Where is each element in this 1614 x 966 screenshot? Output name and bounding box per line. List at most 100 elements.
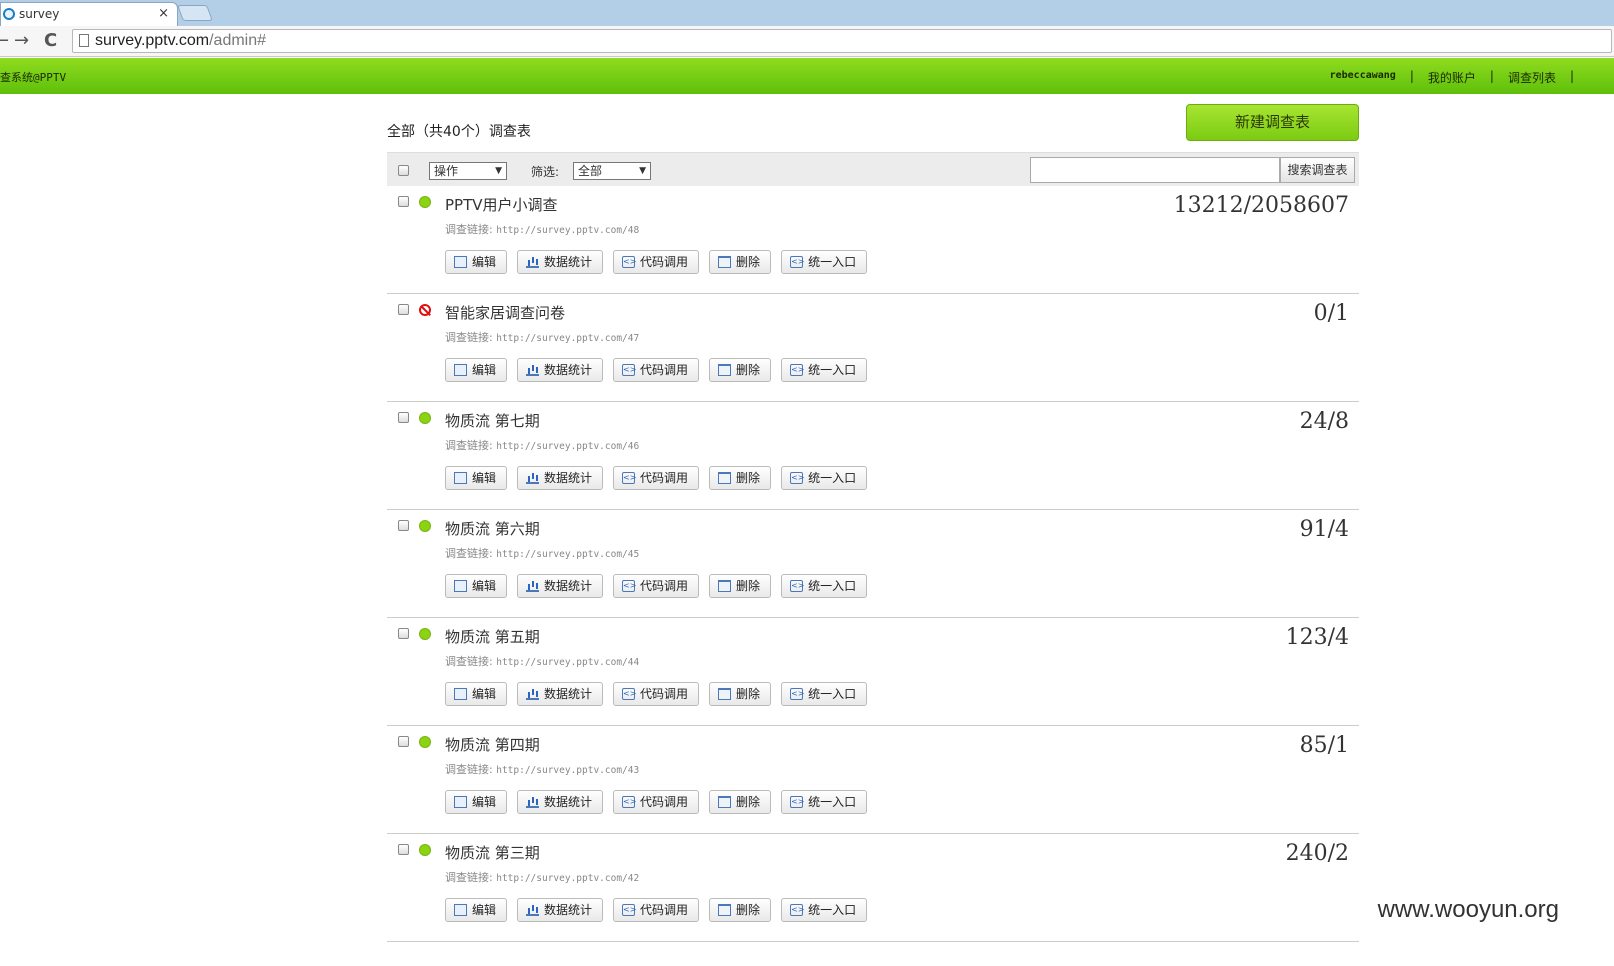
survey-url[interactable]: http://survey.pptv.com/48 <box>496 225 639 236</box>
survey-title[interactable]: PPTV用户小调查 <box>445 194 558 215</box>
select-all-checkbox[interactable] <box>398 165 409 176</box>
survey-title[interactable]: 物质流 第七期 <box>445 410 540 431</box>
code-button[interactable]: <> 代码调用 <box>613 790 700 814</box>
code-button[interactable]: <> 代码调用 <box>613 898 700 922</box>
survey-row: 物质流 第四期 调查链接: http://survey.pptv.com/43 85… <box>387 726 1359 834</box>
code-button-label: 代码调用 <box>640 795 689 809</box>
row-checkbox[interactable] <box>398 412 409 423</box>
survey-url[interactable]: http://survey.pptv.com/45 <box>496 549 639 560</box>
action-select[interactable]: 操作 ▼ <box>429 162 507 180</box>
survey-actions: 编辑 数据统计 <> 代码调用 删除 <> 统一入口 <box>445 790 877 814</box>
row-checkbox[interactable] <box>398 520 409 531</box>
row-checkbox[interactable] <box>398 628 409 639</box>
edit-button[interactable]: 编辑 <box>445 574 508 598</box>
url-input[interactable]: survey.pptv.com/admin# <box>72 29 1612 53</box>
edit-button-label: 编辑 <box>472 255 497 269</box>
survey-url[interactable]: http://survey.pptv.com/47 <box>496 333 639 344</box>
edit-button[interactable]: 编辑 <box>445 898 508 922</box>
survey-link-label: 调查链接: <box>445 439 493 452</box>
stats-button[interactable]: 数据统计 <box>517 790 604 814</box>
survey-title[interactable]: 物质流 第四期 <box>445 734 540 755</box>
entry-icon: <> <box>790 256 805 268</box>
edit-button[interactable]: 编辑 <box>445 790 508 814</box>
survey-title[interactable]: 物质流 第六期 <box>445 518 540 539</box>
edit-button[interactable]: 编辑 <box>445 682 508 706</box>
survey-url[interactable]: http://survey.pptv.com/44 <box>496 657 639 668</box>
edit-icon <box>454 256 467 268</box>
entry-button[interactable]: <> 统一入口 <box>781 250 868 274</box>
browser-tab[interactable]: survey × <box>0 2 178 26</box>
delete-button[interactable]: 删除 <box>709 466 772 490</box>
stats-button[interactable]: 数据统计 <box>517 682 604 706</box>
browser-tabbar: survey × <box>0 0 1614 26</box>
stats-icon <box>526 796 540 808</box>
username-link[interactable]: rebeccawang <box>1316 69 1410 86</box>
delete-button-label: 删除 <box>736 255 761 269</box>
survey-title[interactable]: 物质流 第五期 <box>445 626 540 647</box>
delete-button[interactable]: 删除 <box>709 574 772 598</box>
code-button[interactable]: <> 代码调用 <box>613 466 700 490</box>
stats-button[interactable]: 数据统计 <box>517 466 604 490</box>
entry-icon: <> <box>790 472 805 484</box>
filter-select[interactable]: 全部 ▼ <box>573 162 651 180</box>
search-input[interactable] <box>1030 157 1280 183</box>
delete-button[interactable]: 删除 <box>709 358 772 382</box>
edit-button-label: 编辑 <box>472 687 497 701</box>
search-button[interactable]: 搜索调查表 <box>1280 157 1355 183</box>
edit-button[interactable]: 编辑 <box>445 250 508 274</box>
delete-button[interactable]: 删除 <box>709 682 772 706</box>
code-button[interactable]: <> 代码调用 <box>613 574 700 598</box>
favicon-icon <box>3 8 15 20</box>
delete-button[interactable]: 删除 <box>709 250 772 274</box>
create-survey-button[interactable]: 新建调查表 <box>1186 104 1359 141</box>
row-checkbox[interactable] <box>398 304 409 315</box>
survey-url[interactable]: http://survey.pptv.com/46 <box>496 441 639 452</box>
edit-button[interactable]: 编辑 <box>445 466 508 490</box>
edit-button-label: 编辑 <box>472 903 497 917</box>
code-icon: <> <box>622 580 637 592</box>
stats-button[interactable]: 数据统计 <box>517 574 604 598</box>
close-tab-icon[interactable]: × <box>158 3 169 25</box>
survey-link: 调查链接: http://survey.pptv.com/48 <box>445 221 639 237</box>
stats-button-label: 数据统计 <box>544 471 593 485</box>
survey-actions: 编辑 数据统计 <> 代码调用 删除 <> 统一入口 <box>445 358 877 382</box>
entry-button[interactable]: <> 统一入口 <box>781 790 868 814</box>
code-button[interactable]: <> 代码调用 <box>613 682 700 706</box>
entry-button[interactable]: <> 统一入口 <box>781 682 868 706</box>
stats-button[interactable]: 数据统计 <box>517 250 604 274</box>
entry-button[interactable]: <> 统一入口 <box>781 466 868 490</box>
edit-button[interactable]: 编辑 <box>445 358 508 382</box>
stats-button[interactable]: 数据统计 <box>517 358 604 382</box>
delete-button[interactable]: 删除 <box>709 790 772 814</box>
survey-url[interactable]: http://survey.pptv.com/43 <box>496 765 639 776</box>
survey-title[interactable]: 智能家居调查问卷 <box>445 302 565 323</box>
watermark: www.wooyun.org <box>1377 896 1559 923</box>
stats-button[interactable]: 数据统计 <box>517 898 604 922</box>
delete-button[interactable]: 删除 <box>709 898 772 922</box>
stats-button-label: 数据统计 <box>544 687 593 701</box>
entry-button[interactable]: <> 统一入口 <box>781 574 868 598</box>
survey-list-link[interactable]: 调查列表 <box>1494 69 1570 86</box>
entry-button[interactable]: <> 统一入口 <box>781 358 868 382</box>
code-button[interactable]: <> 代码调用 <box>613 358 700 382</box>
entry-button-label: 统一入口 <box>808 363 857 377</box>
my-account-link[interactable]: 我的账户 <box>1414 69 1490 86</box>
row-checkbox[interactable] <box>398 844 409 855</box>
app-header: 查系统@PPTV rebeccawang | 我的账户 | 调查列表 | <box>0 58 1614 94</box>
row-checkbox[interactable] <box>398 196 409 207</box>
reload-icon[interactable]: C <box>44 30 57 51</box>
forward-icon[interactable]: → <box>14 30 29 51</box>
back-icon[interactable]: ← <box>0 30 9 51</box>
edit-button-label: 编辑 <box>472 363 497 377</box>
stats-button-label: 数据统计 <box>544 363 593 377</box>
edit-button-label: 编辑 <box>472 579 497 593</box>
code-button[interactable]: <> 代码调用 <box>613 250 700 274</box>
delete-button-label: 删除 <box>736 471 761 485</box>
survey-title[interactable]: 物质流 第三期 <box>445 842 540 863</box>
entry-button[interactable]: <> 统一入口 <box>781 898 868 922</box>
delete-icon <box>718 904 732 916</box>
survey-url[interactable]: http://survey.pptv.com/42 <box>496 873 639 884</box>
delete-icon <box>718 796 732 808</box>
row-checkbox[interactable] <box>398 736 409 747</box>
new-tab-button[interactable] <box>177 5 213 21</box>
